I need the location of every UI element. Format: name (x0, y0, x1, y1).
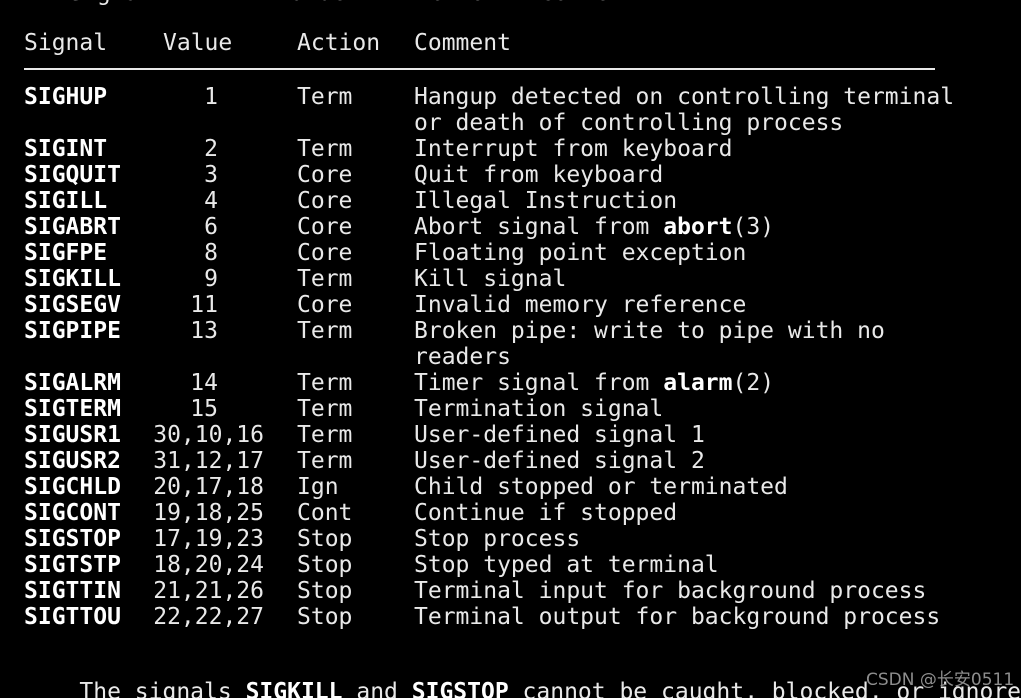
cell-action: Stop (297, 604, 353, 630)
table-row-continuation: or death of controlling process (0, 110, 1021, 136)
table-row: SIGFPE 8 Core Floating point exception (0, 240, 1021, 266)
table-row: SIGCHLD 20,17,18 Ign Child stopped or termi… (0, 474, 1021, 500)
table-row: SIGABRT 6 Core Abort signal from abort(3) (0, 214, 1021, 240)
table-row: SIGINT 2 Term Interrupt from keyboard (0, 136, 1021, 162)
table-row: SIGTERM 15 Term Termination signal (0, 396, 1021, 422)
cell-action: Core (297, 162, 353, 188)
cell-value: 19,18,25 (153, 500, 264, 526)
cell-comment: Hangup detected on controlling terminal (414, 84, 955, 110)
cell-value: 3 (204, 162, 218, 188)
table-row: SIGUSR1 30,10,16 Term User-defined signal 1 (0, 422, 1021, 448)
terminal-page: Signal Value Action Comment Signal Value… (0, 0, 1021, 698)
cell-comment: User-defined signal 2 (414, 448, 705, 474)
footer-part-2: and (342, 679, 412, 698)
cell-comment: Floating point exception (414, 240, 747, 266)
header-comment: Comment (414, 30, 511, 56)
cell-action: Ign (297, 474, 339, 500)
csdn-watermark: CSDN @长安0511 (866, 670, 1015, 690)
table-header-row: Signal Value Action Comment (0, 30, 1021, 56)
cell-comment: Abort signal from abort(3) (414, 214, 775, 240)
cell-action: Cont (297, 500, 353, 526)
cell-action: Core (297, 214, 353, 240)
cell-action: Term (297, 396, 353, 422)
cell-comment: Stop typed at terminal (414, 552, 719, 578)
cell-comment: Interrupt from keyboard (414, 136, 733, 162)
cell-comment: Termination signal (414, 396, 664, 422)
table-row: SIGQUIT 3 Core Quit from keyboard (0, 162, 1021, 188)
cell-action: Term (297, 370, 353, 396)
cell-value: 11 (190, 292, 218, 318)
cell-action: Term (297, 136, 353, 162)
cell-comment-continued: readers (414, 344, 511, 370)
cell-value: 2 (204, 136, 218, 162)
table-row-continuation: readers (0, 344, 1021, 370)
cell-value: 1 (204, 84, 218, 110)
cell-action: Term (297, 266, 353, 292)
cell-value: 8 (204, 240, 218, 266)
signal-table: Signal Value Action Comment SIGHUP 1 Term H… (0, 0, 1021, 698)
cell-value: 18,20,24 (153, 552, 264, 578)
table-row: SIGKILL 9 Term Kill signal (0, 266, 1021, 292)
footer-bold-sigstop: SIGSTOP (411, 679, 509, 698)
table-row: SIGALRM 14 Term Timer signal from alarm(2) (0, 370, 1021, 396)
table-row: SIGSTOP 17,19,23 Stop Stop process (0, 526, 1021, 552)
cell-value: 9 (204, 266, 218, 292)
footer-part-1: The signals (79, 679, 246, 698)
cell-comment: Continue if stopped (414, 500, 678, 526)
cell-comment: Illegal Instruction (414, 188, 678, 214)
cell-comment: Terminal input for background process (414, 578, 927, 604)
cell-value: 21,21,26 (153, 578, 264, 604)
cell-comment: Stop process (414, 526, 581, 552)
cell-comment: Broken pipe: write to pipe with no (414, 318, 885, 344)
cell-value: 31,12,17 (153, 448, 264, 474)
table-row: SIGTSTP 18,20,24 Stop Stop typed at termina… (0, 552, 1021, 578)
header-signal: Signal (24, 30, 108, 56)
footer-bold-sigkill: SIGKILL (245, 679, 343, 698)
table-row: SIGILL 4 Core Illegal Instruction (0, 188, 1021, 214)
cell-comment-continued: or death of controlling process (414, 110, 844, 136)
header-value: Value (163, 30, 233, 56)
cell-action: Core (297, 240, 353, 266)
cell-comment: Child stopped or terminated (414, 474, 788, 500)
cell-comment: Terminal output for background process (414, 604, 941, 630)
cell-comment: Kill signal (414, 266, 567, 292)
cell-action: Term (297, 422, 353, 448)
header-action: Action (297, 30, 381, 56)
header-divider-rule (24, 68, 935, 70)
cell-action: Term (297, 448, 353, 474)
cell-action: Core (297, 292, 353, 318)
cell-comment: Quit from keyboard (414, 162, 664, 188)
cell-comment: User-defined signal 1 (414, 422, 705, 448)
cell-value: 30,10,16 (153, 422, 264, 448)
cell-value: 15 (190, 396, 218, 422)
cell-action: Stop (297, 578, 353, 604)
cell-value: 20,17,18 (153, 474, 264, 500)
cell-value: 14 (190, 370, 218, 396)
table-row: SIGTTOU 22,22,27 Stop Terminal output for b… (0, 604, 1021, 630)
cell-comment: Invalid memory reference (414, 292, 747, 318)
table-row: SIGCONT 19,18,25 Cont Continue if stopped (0, 500, 1021, 526)
comment-bold-term: alarm (663, 370, 733, 396)
table-row: SIGPIPE 13 Term Broken pipe: write to pipe … (0, 318, 1021, 344)
cell-value: 22,22,27 (153, 604, 264, 630)
cell-value: 13 (190, 318, 218, 344)
cell-value: 17,19,23 (153, 526, 264, 552)
cell-action: Term (297, 84, 353, 110)
table-row: SIGSEGV 11 Core Invalid memory reference (0, 292, 1021, 318)
cell-action: Core (297, 188, 353, 214)
cell-comment: Timer signal from alarm(2) (414, 370, 775, 396)
cell-value: 6 (204, 214, 218, 240)
cell-action: Stop (297, 526, 353, 552)
cell-action: Stop (297, 552, 353, 578)
cell-value: 4 (204, 188, 218, 214)
table-row: SIGUSR2 31,12,17 Term User-defined signal 2 (0, 448, 1021, 474)
table-row: SIGTTIN 21,21,26 Stop Terminal input for ba… (0, 578, 1021, 604)
comment-bold-term: abort (663, 214, 733, 240)
table-row: SIGHUP 1 Term Hangup detected on controllin… (0, 84, 1021, 110)
cell-action: Term (297, 318, 353, 344)
